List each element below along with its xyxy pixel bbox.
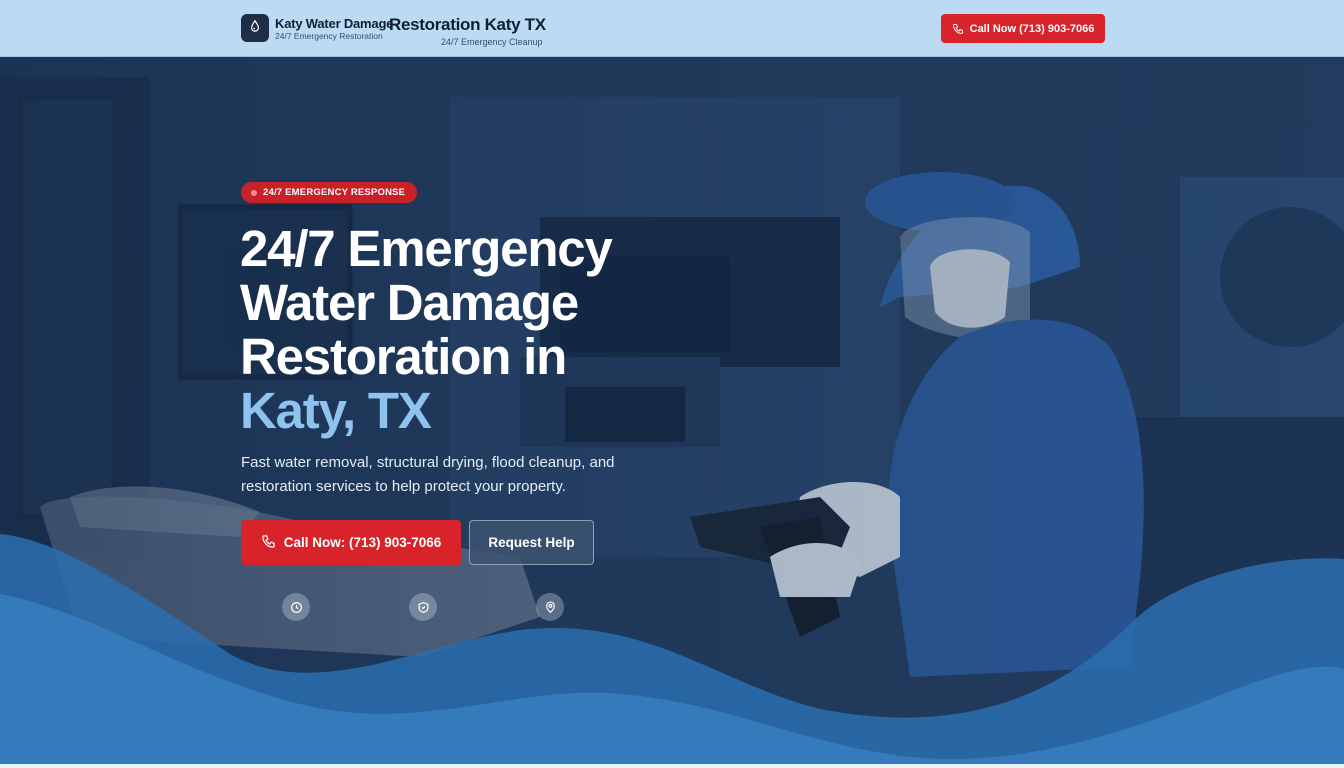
hero-headline: 24/7 Emergency Water Damage Restoration …: [240, 220, 613, 439]
logo[interactable]: [241, 14, 269, 42]
lead-line-2: restoration services to help protect you…: [241, 478, 566, 495]
brand-name[interactable]: Katy Water Damage: [275, 16, 393, 31]
page-bottom-strip: [0, 764, 1344, 768]
phone-icon: [952, 23, 964, 35]
lead-line-1: Fast water removal, structural drying, f…: [241, 454, 615, 471]
call-now-button[interactable]: Call Now: (713) 903-7066: [241, 520, 461, 565]
water-drop-icon: [248, 19, 262, 38]
request-help-button[interactable]: Request Help: [469, 520, 594, 565]
brand-title-tagline: 24/7 Emergency Cleanup: [441, 37, 543, 47]
phone-icon: [261, 534, 276, 552]
emergency-badge: 24/7 EMERGENCY RESPONSE: [241, 182, 418, 203]
location-pin-icon: [536, 593, 564, 621]
brand-tagline: 24/7 Emergency Restoration: [275, 31, 383, 41]
site-header: Katy Water Damage 24/7 Emergency Restora…: [0, 0, 1344, 57]
headline-line-3: Restoration in: [240, 328, 567, 385]
header-call-button[interactable]: Call Now (713) 903-7066: [941, 14, 1105, 43]
call-now-label: Call Now: (713) 903-7066: [283, 535, 442, 550]
hero-section: 24/7 EMERGENCY RESPONSE 24/7 Emergency W…: [0, 57, 1344, 764]
emergency-badge-label: 24/7 EMERGENCY RESPONSE: [263, 187, 406, 198]
clock-icon: [282, 593, 310, 621]
decorative-waves: [0, 534, 1344, 764]
live-dot-icon: [251, 189, 257, 196]
headline-location: Katy, TX: [240, 382, 432, 439]
headline-line-1: 24/7 Emergency: [240, 220, 613, 277]
shield-check-icon: [409, 593, 437, 621]
header-call-label: Call Now (713) 903-7066: [969, 22, 1095, 35]
headline-line-2: Water Damage: [240, 274, 579, 331]
brand-title[interactable]: Restoration Katy TX: [389, 15, 546, 35]
hero-lead-text: Fast water removal, structural drying, f…: [241, 451, 661, 499]
